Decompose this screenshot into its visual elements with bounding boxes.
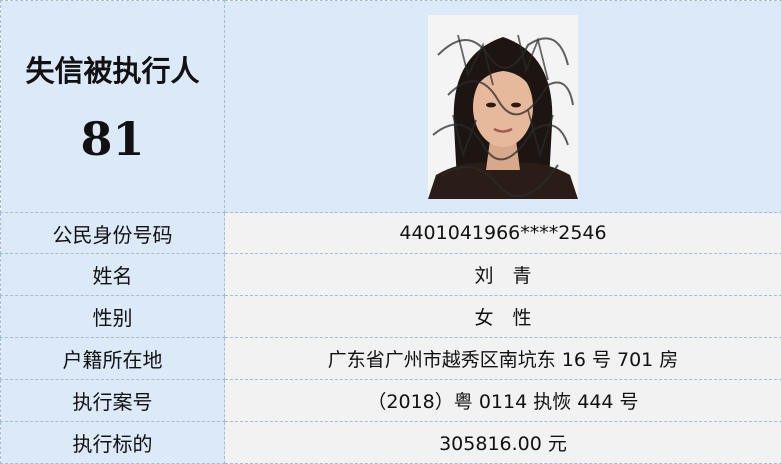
table-row: 姓名 刘 青 <box>1 254 781 296</box>
info-table: 失信被执行人 81 <box>0 0 781 464</box>
portrait-photo-icon <box>428 15 578 199</box>
row-value: （2018）粤 0114 执恢 444 号 <box>225 380 781 422</box>
photo-cell <box>225 1 781 213</box>
row-label: 执行案号 <box>1 380 225 422</box>
row-label: 性别 <box>1 296 225 338</box>
table-row: 公民身份号码 4401041966****2546 <box>1 213 781 254</box>
row-value: 广东省广州市越秀区南坑东 16 号 701 房 <box>225 338 781 380</box>
row-label: 姓名 <box>1 254 225 296</box>
row-value: 305816.00 元 <box>225 422 781 464</box>
page-title: 失信被执行人 <box>1 48 224 90</box>
header-cell: 失信被执行人 81 <box>1 1 225 213</box>
table-row: 执行标的 305816.00 元 <box>1 422 781 464</box>
portrait-svg <box>428 15 578 199</box>
table-row: 执行案号 （2018）粤 0114 执恢 444 号 <box>1 380 781 422</box>
row-value: 女 性 <box>225 296 781 338</box>
row-label: 公民身份号码 <box>1 213 225 254</box>
row-label: 执行标的 <box>1 422 225 464</box>
row-value: 刘 青 <box>225 254 781 296</box>
record-number: 81 <box>1 112 224 166</box>
row-value: 4401041966****2546 <box>225 213 781 254</box>
header-row: 失信被执行人 81 <box>1 1 781 213</box>
row-label: 户籍所在地 <box>1 338 225 380</box>
table-row: 性别 女 性 <box>1 296 781 338</box>
table-row: 户籍所在地 广东省广州市越秀区南坑东 16 号 701 房 <box>1 338 781 380</box>
